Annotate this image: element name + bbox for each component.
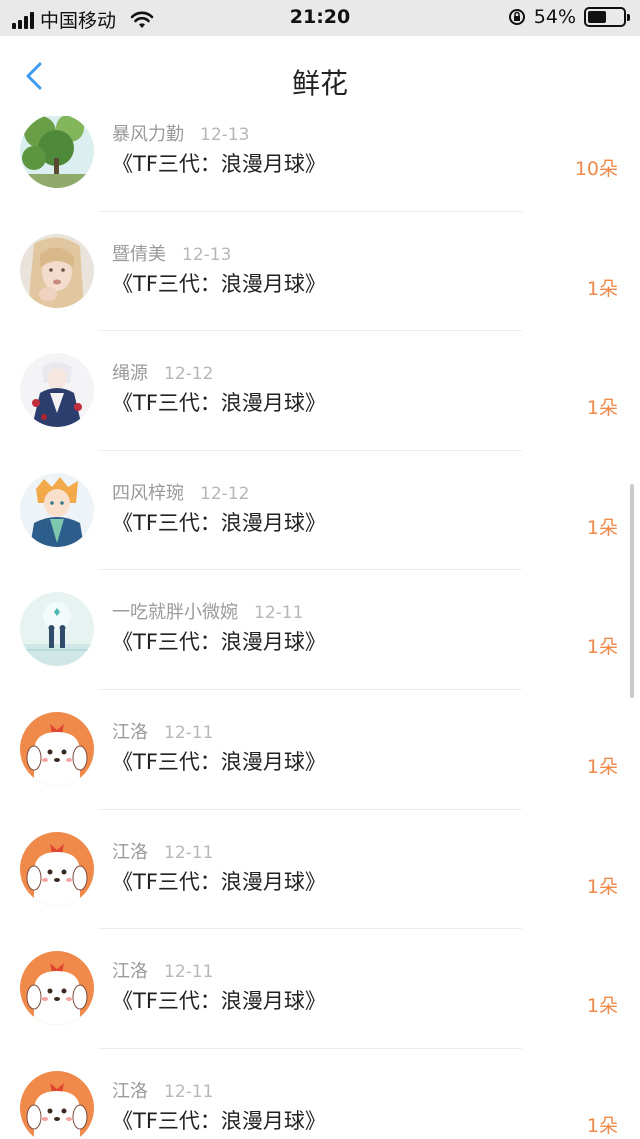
username: 暴风力勤 [112, 124, 184, 145]
gift-title: 《TF三代：浪漫月球》 [112, 391, 326, 416]
list-item[interactable]: 江洛 12-11 《TF三代：浪漫月球》 1朵 [0, 1049, 640, 1139]
gift-list: 暴风力勤12-13 《TF三代：浪漫月球》 10朵 暨倩美12-13 《TF [0, 92, 640, 1139]
gift-title: 《TF三代：浪漫月球》 [112, 1108, 326, 1133]
gift-title: 《TF三代：浪漫月球》 [112, 869, 326, 894]
flower-count: 1朵 [586, 397, 618, 420]
date: 12-11 [164, 842, 214, 863]
page-title: 鲜花 [291, 67, 348, 100]
list-item[interactable]: 江洛 12-11 《TF三代：浪漫月球》 1朵 [0, 810, 640, 930]
gift-title: 《TF三代：浪漫月球》 [112, 152, 326, 176]
flower-count: 10朵 [574, 158, 618, 180]
username: 江洛 [112, 1080, 148, 1102]
battery-icon [584, 7, 630, 27]
date: 12-13 [200, 125, 250, 145]
gift-title: 《TF三代：浪漫月球》 [112, 989, 326, 1014]
list-item[interactable]: 一吃就胖小微婉 12-11 《TF三代：浪漫月球》 1朵 [0, 570, 640, 690]
cartoon-dog-avatar[interactable] [20, 1070, 94, 1139]
anime-boy-avatar[interactable] [20, 472, 94, 547]
date: 12-11 [164, 1081, 214, 1102]
flower-count: 1朵 [586, 755, 618, 778]
date: 12-11 [254, 603, 304, 624]
scrollbar[interactable] [630, 484, 634, 698]
cartoon-dog-avatar[interactable] [20, 951, 94, 1026]
flower-count: 1朵 [586, 636, 618, 659]
username: 一吃就胖小微婉 [112, 602, 238, 624]
cartoon-dog-avatar[interactable] [20, 831, 94, 906]
date: 12-12 [164, 364, 214, 385]
username: 江洛 [112, 841, 148, 863]
gift-title: 《TF三代：浪漫月球》 [112, 749, 326, 774]
list-item[interactable]: 江洛 12-11 《TF三代：浪漫月球》 1朵 [0, 929, 640, 1049]
list-item[interactable]: 绳源 12-12 《TF三代：浪漫月球》 1朵 [0, 331, 640, 451]
date: 12-11 [164, 722, 214, 743]
username: 绳源 [112, 363, 148, 385]
screen: 中国移动 21:20 54% 鲜花 暴风力勤 12-13 《TF三代：浪漫月球》… [0, 0, 640, 1139]
cartoon-dog-avatar[interactable] [20, 711, 94, 786]
flower-count: 1朵 [586, 995, 618, 1018]
blonde-girl-avatar[interactable] [20, 233, 94, 308]
date: 12-12 [200, 483, 250, 504]
username: 四风梓琬 [112, 482, 184, 504]
list-item[interactable]: 江洛 12-11 《TF三代：浪漫月球》 1朵 [0, 690, 640, 810]
flower-count: 1朵 [586, 516, 618, 539]
status-right: 54% [508, 6, 630, 28]
anime-girl-avatar[interactable] [20, 353, 94, 428]
battery-level [588, 11, 606, 23]
list-item[interactable]: 暨倩美 12-13 《TF三代：浪漫月球》 1朵 [0, 212, 640, 332]
date: 12-13 [182, 244, 232, 265]
tree-photo-avatar[interactable] [20, 114, 94, 188]
username: 江洛 [112, 961, 148, 983]
username: 暨倩美 [112, 243, 166, 265]
list-item[interactable]: 四风梓琬 12-12 《TF三代：浪漫月球》 1朵 [0, 451, 640, 571]
gift-title: 《TF三代：浪漫月球》 [112, 510, 326, 535]
battery-percent: 54% [533, 6, 576, 28]
username: 江洛 [112, 721, 148, 743]
gift-title: 《TF三代：浪漫月球》 [112, 271, 326, 296]
flower-count: 1朵 [586, 875, 618, 898]
date: 12-11 [164, 962, 214, 983]
status-bar: 中国移动 21:20 54% [0, 0, 640, 36]
couple-sky-avatar[interactable] [20, 592, 94, 667]
header: 鲜花 [0, 36, 640, 116]
flower-count: 1朵 [586, 1114, 618, 1137]
rotation-lock-icon [508, 9, 525, 25]
gift-title: 《TF三代：浪漫月球》 [112, 630, 326, 655]
flower-count: 1朵 [586, 277, 618, 300]
